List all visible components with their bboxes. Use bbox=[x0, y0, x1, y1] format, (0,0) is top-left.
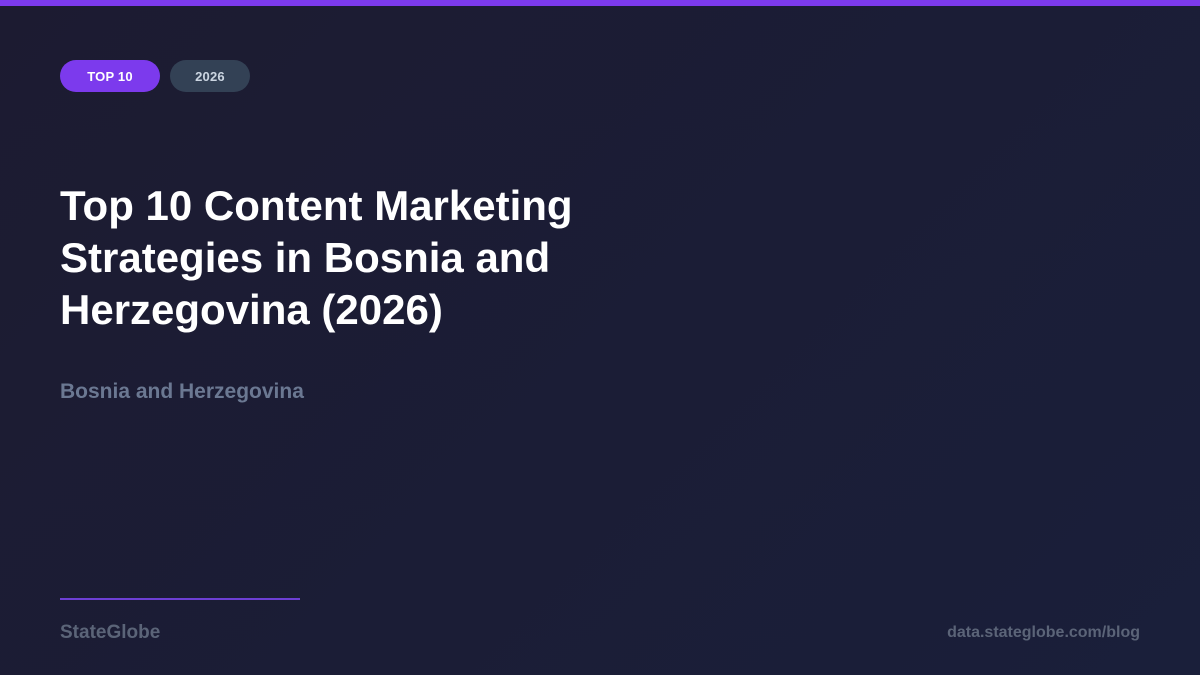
page-title: Top 10 Content Marketing Strategies in B… bbox=[60, 182, 573, 333]
brand-name: StateGlobe bbox=[60, 622, 161, 643]
social-card: TOP 10 2026 Top 10 Content Marketing Str… bbox=[0, 0, 1200, 675]
top10-badge: TOP 10 bbox=[60, 60, 160, 92]
year-badge: 2026 bbox=[170, 60, 250, 92]
site-url: data.stateglobe.com/blog bbox=[947, 624, 1140, 641]
page-subtitle: Bosnia and Herzegovina bbox=[60, 380, 304, 403]
badge-row: TOP 10 2026 bbox=[60, 60, 250, 92]
accent-top-bar bbox=[0, 0, 1200, 6]
footer-divider bbox=[60, 598, 300, 600]
